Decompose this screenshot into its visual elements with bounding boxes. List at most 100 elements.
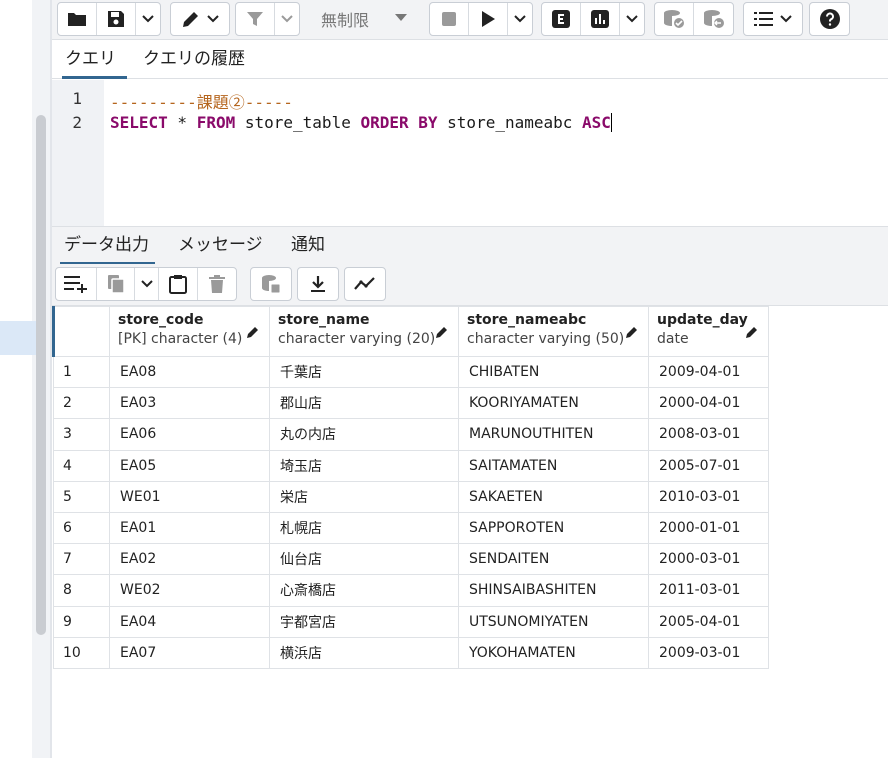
table-cell[interactable]: 2008-03-01 — [648, 418, 769, 451]
table-cell[interactable]: EA08 — [109, 355, 270, 389]
table-cell[interactable]: MARUNOUTHITEN — [458, 418, 649, 451]
table-cell[interactable]: WE01 — [109, 480, 270, 513]
row-number-cell[interactable]: 9 — [53, 605, 110, 638]
table-cell[interactable]: EA05 — [109, 449, 270, 482]
table-cell[interactable]: 仙台店 — [269, 543, 459, 576]
table-row[interactable]: 8 WE02 心斎橋店 SHINSAIBASHITEN 2011-03-01 — [53, 574, 769, 607]
row-limit-select[interactable]: 無制限 — [307, 2, 424, 36]
explain-button[interactable] — [542, 3, 581, 35]
row-number-cell[interactable]: 6 — [53, 511, 110, 545]
table-cell[interactable]: 2011-03-01 — [648, 574, 769, 607]
table-cell[interactable]: 丸の内店 — [269, 418, 459, 451]
row-number-cell[interactable]: 2 — [53, 387, 110, 420]
row-number-cell[interactable]: 10 — [53, 636, 110, 669]
row-number-cell[interactable]: 1 — [53, 355, 110, 389]
table-cell[interactable]: 千葉店 — [269, 355, 459, 389]
delete-button[interactable] — [198, 268, 236, 300]
table-cell[interactable]: CHIBATEN — [458, 355, 649, 389]
row-number-cell[interactable]: 5 — [53, 480, 110, 513]
help-button[interactable] — [810, 3, 849, 35]
table-row[interactable]: 6 EA01 札幌店 SAPPOROTEN 2000-01-01 — [53, 511, 769, 545]
table-row[interactable]: 4 EA05 埼玉店 SAITAMATEN 2005-07-01 — [53, 449, 769, 482]
table-cell[interactable]: EA04 — [109, 605, 270, 638]
download-button[interactable] — [298, 268, 338, 300]
column-header-store-nameabc[interactable]: store_nameabc character varying (50) — [458, 306, 649, 357]
edit-icon[interactable] — [435, 325, 449, 339]
execute-options-dropdown[interactable] — [508, 3, 532, 35]
cancel-query-button[interactable] — [430, 3, 469, 35]
save-file-button[interactable] — [97, 3, 136, 35]
table-row[interactable]: 2 EA03 郡山店 KOORIYAMATEN 2000-04-01 — [53, 387, 769, 420]
column-header-store-name[interactable]: store_name character varying (20) — [269, 306, 459, 357]
graph-visualiser-button[interactable] — [345, 268, 385, 300]
table-cell[interactable]: EA06 — [109, 418, 270, 451]
table-cell[interactable]: 2005-04-01 — [648, 605, 769, 638]
table-cell[interactable]: 2000-03-01 — [648, 543, 769, 576]
commit-button[interactable] — [655, 3, 694, 35]
tab-notifications[interactable]: 通知 — [291, 227, 325, 265]
table-cell[interactable]: SHINSAIBASHITEN — [458, 574, 649, 607]
table-cell[interactable]: WE02 — [109, 574, 270, 607]
table-cell[interactable]: 埼玉店 — [269, 449, 459, 482]
row-number-header[interactable] — [52, 306, 110, 357]
table-cell[interactable]: 横浜店 — [269, 636, 459, 669]
edit-icon[interactable] — [745, 325, 759, 339]
table-cell[interactable]: 2000-04-01 — [648, 387, 769, 420]
table-cell[interactable]: 2009-04-01 — [648, 355, 769, 389]
paste-button[interactable] — [159, 268, 198, 300]
copy-button[interactable] — [97, 268, 135, 300]
edit-icon[interactable] — [246, 325, 260, 339]
table-cell[interactable]: 2000-01-01 — [648, 511, 769, 545]
table-row[interactable]: 3 EA06 丸の内店 MARUNOUTHITEN 2008-03-01 — [53, 418, 769, 451]
table-cell[interactable]: EA02 — [109, 543, 270, 576]
table-row[interactable]: 1 EA08 千葉店 CHIBATEN 2009-04-01 — [53, 355, 769, 389]
open-file-button[interactable] — [58, 3, 97, 35]
table-cell[interactable]: SAKAETEN — [458, 480, 649, 513]
table-row[interactable]: 5 WE01 栄店 SAKAETEN 2010-03-01 — [53, 480, 769, 513]
save-data-button[interactable] — [251, 268, 291, 300]
tab-query-history[interactable]: クエリの履歴 — [143, 40, 245, 79]
column-header-store-code[interactable]: store_code [PK] character (4) — [109, 306, 270, 357]
tab-query[interactable]: クエリ — [62, 40, 127, 79]
filter-button[interactable] — [236, 3, 275, 35]
row-number-cell[interactable]: 7 — [53, 543, 110, 576]
table-row[interactable]: 10 EA07 横浜店 YOKOHAMATEN 2009-03-01 — [53, 636, 769, 669]
table-cell[interactable]: SAITAMATEN — [458, 449, 649, 482]
table-cell[interactable]: EA01 — [109, 511, 270, 545]
table-cell[interactable]: 宇都宮店 — [269, 605, 459, 638]
macros-button[interactable] — [744, 3, 802, 35]
row-number-cell[interactable]: 8 — [53, 574, 110, 607]
copy-options-dropdown[interactable] — [135, 268, 159, 300]
column-header-update-day[interactable]: update_day date — [648, 306, 769, 357]
table-cell[interactable]: 栄店 — [269, 480, 459, 513]
table-cell[interactable]: YOKOHAMATEN — [458, 636, 649, 669]
table-cell[interactable]: 郡山店 — [269, 387, 459, 420]
save-options-dropdown[interactable] — [136, 3, 160, 35]
table-cell[interactable]: 2009-03-01 — [648, 636, 769, 669]
row-number-cell[interactable]: 4 — [53, 449, 110, 482]
tab-data-output[interactable]: データ出力 — [60, 227, 155, 265]
execute-button[interactable] — [469, 3, 508, 35]
table-cell[interactable]: SENDAITEN — [458, 543, 649, 576]
table-cell[interactable]: KOORIYAMATEN — [458, 387, 649, 420]
table-cell[interactable]: 2005-07-01 — [648, 449, 769, 482]
edit-icon[interactable] — [625, 325, 639, 339]
table-cell[interactable]: UTSUNOMIYATEN — [458, 605, 649, 638]
table-cell[interactable]: 札幌店 — [269, 511, 459, 545]
row-number-cell[interactable]: 3 — [53, 418, 110, 451]
add-row-button[interactable] — [56, 268, 97, 300]
table-row[interactable]: 9 EA04 宇都宮店 UTSUNOMIYATEN 2005-04-01 — [53, 605, 769, 638]
table-cell[interactable]: SAPPOROTEN — [458, 511, 649, 545]
explain-analyze-button[interactable] — [581, 3, 620, 35]
table-cell[interactable]: 心斎橋店 — [269, 574, 459, 607]
table-cell[interactable]: EA07 — [109, 636, 270, 669]
tab-messages[interactable]: メッセージ — [178, 227, 263, 265]
table-cell[interactable]: 2010-03-01 — [648, 480, 769, 513]
rollback-button[interactable] — [694, 3, 733, 35]
sql-editor[interactable]: 1 2 ---------課題②----- SELECT * FROM stor… — [52, 80, 888, 226]
table-cell[interactable]: EA03 — [109, 387, 270, 420]
filter-dropdown[interactable] — [275, 3, 299, 35]
edit-options-button[interactable] — [171, 3, 229, 35]
explain-options-dropdown[interactable] — [620, 3, 644, 35]
left-scrollbar-thumb[interactable] — [36, 115, 46, 635]
